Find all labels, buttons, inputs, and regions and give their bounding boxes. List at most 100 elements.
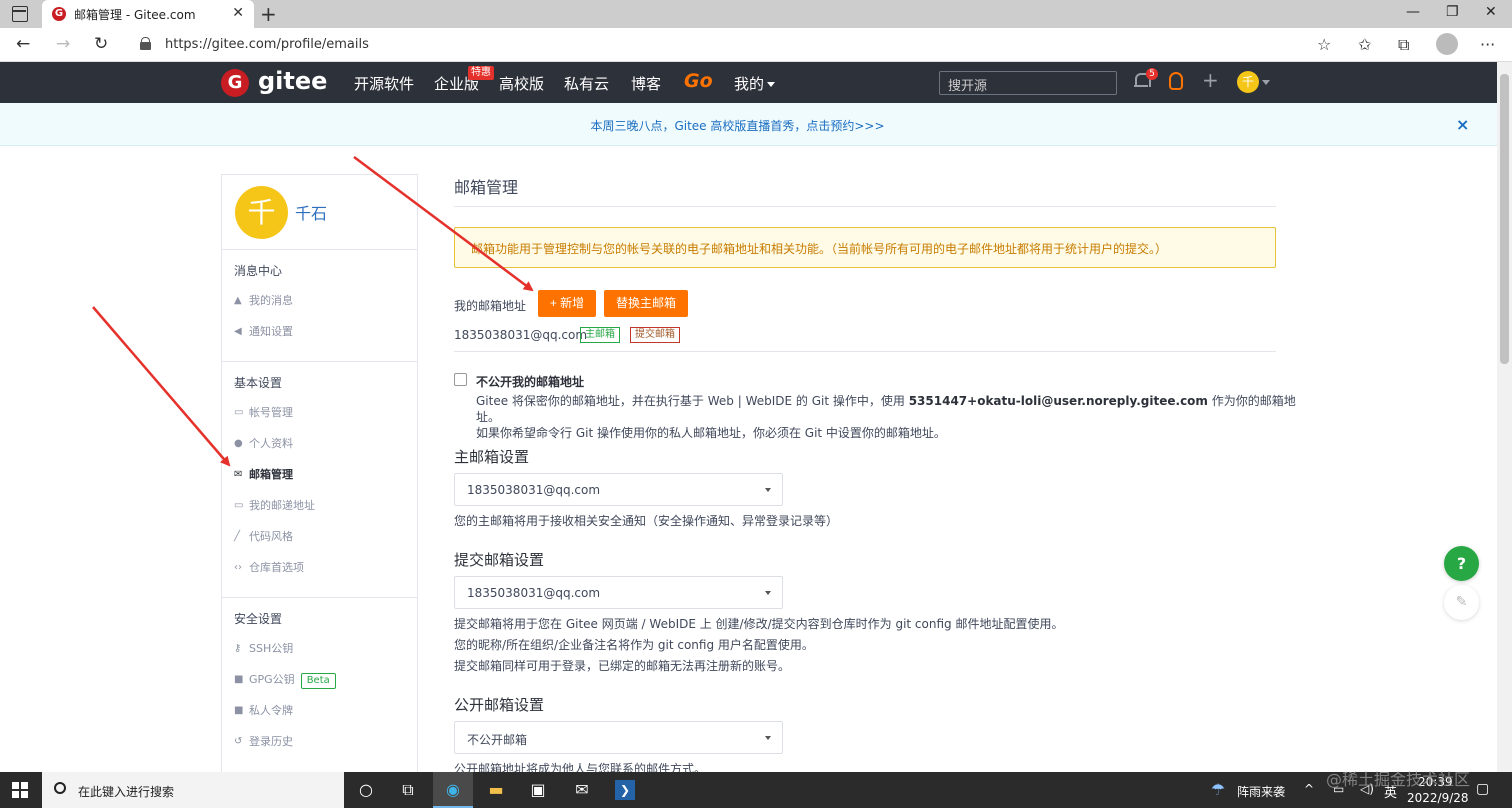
- sidebar-item-repo-preferences[interactable]: ‹› 仓库首选项: [222, 558, 417, 589]
- nav-go[interactable]: Go: [684, 70, 713, 92]
- weather-icon[interactable]: ☂: [1208, 780, 1228, 800]
- restore-icon[interactable]: ❐: [1446, 4, 1459, 20]
- notification-count-badge: 5: [1146, 68, 1158, 80]
- lightbulb-icon[interactable]: [1169, 72, 1183, 90]
- search-icon: [54, 782, 66, 794]
- collections-icon[interactable]: ⧉: [1398, 35, 1409, 55]
- favorite-add-icon[interactable]: ☆: [1317, 35, 1331, 54]
- create-plus-icon[interactable]: +: [1202, 68, 1219, 92]
- sidebar-group-messages: 消息中心 ▲ 我的消息 ◀ 通知设置: [222, 250, 417, 362]
- windows-start-icon[interactable]: [12, 782, 28, 798]
- help-button[interactable]: ?: [1444, 546, 1479, 581]
- sidebar-item-label: 通知设置: [249, 325, 293, 338]
- mail-icon[interactable]: ✉: [572, 780, 592, 800]
- nav-open-source[interactable]: 开源软件: [354, 73, 414, 94]
- new-tab-icon[interactable]: +: [260, 2, 277, 26]
- announcement-banner: 本周三晚八点，Gitee 高校版直播首秀，点击预约>>> ×: [0, 103, 1497, 146]
- my-emails-label: 我的邮箱地址: [454, 299, 527, 313]
- tab-actions-icon[interactable]: [12, 6, 28, 22]
- main-content: 邮箱管理 邮箱功能用于管理控制与您的帐号关联的电子邮箱地址和相关功能。（当前帐号…: [454, 170, 1296, 776]
- cortana-icon[interactable]: ○: [356, 780, 376, 800]
- url-field[interactable]: https://gitee.com/profile/emails: [165, 37, 369, 52]
- page-title: 邮箱管理: [454, 174, 1276, 207]
- back-icon[interactable]: ←: [16, 34, 30, 54]
- favorites-icon[interactable]: ✩: [1358, 35, 1371, 54]
- refresh-icon[interactable]: ↻: [94, 34, 108, 54]
- replace-primary-button[interactable]: 替换主邮箱: [604, 290, 688, 317]
- sidebar-item-label: SSH公钥: [249, 642, 294, 655]
- powershell-icon[interactable]: ❯: [615, 780, 635, 800]
- lock-icon: ■: [234, 674, 244, 685]
- banner-link[interactable]: 本周三晚八点，Gitee 高校版直播首秀，点击预约>>>: [0, 117, 1475, 134]
- nav-private-cloud[interactable]: 私有云: [564, 73, 609, 94]
- header-avatar[interactable]: 千: [1237, 71, 1259, 93]
- sidebar-item-account[interactable]: ▭ 帐号管理: [222, 403, 417, 434]
- hide-email-label[interactable]: 不公开我的邮箱地址: [476, 373, 584, 390]
- banner-close-icon[interactable]: ×: [1456, 115, 1469, 134]
- primary-email-title: 主邮箱设置: [454, 448, 530, 466]
- clock-date[interactable]: 2022/9/28: [1407, 791, 1469, 805]
- primary-email-select[interactable]: 1835038031@qq.com: [454, 473, 783, 506]
- notification-center-icon[interactable]: ▢: [1476, 781, 1489, 797]
- sidebar-item-code-style[interactable]: ╱ 代码风格: [222, 527, 417, 558]
- more-icon[interactable]: ···: [1480, 35, 1495, 54]
- sidebar-item-ssh-keys[interactable]: ⚷ SSH公钥: [222, 639, 417, 670]
- search-input[interactable]: 搜开源: [939, 71, 1117, 95]
- sidebar-item-address[interactable]: ▭ 我的邮递地址: [222, 496, 417, 527]
- scrollbar-thumb[interactable]: [1500, 74, 1509, 364]
- browser-profile-avatar[interactable]: [1436, 33, 1458, 55]
- tab-close-icon[interactable]: ✕: [232, 5, 244, 21]
- lock-icon[interactable]: [140, 37, 151, 50]
- feedback-edit-icon[interactable]: ✎: [1444, 585, 1479, 620]
- hide-email-checkbox[interactable]: [454, 373, 467, 386]
- sidebar-item-tokens[interactable]: ■ 私人令牌: [222, 701, 417, 732]
- avatar-chevron-down-icon[interactable]: [1262, 80, 1270, 85]
- sidebar-group-security: 安全设置 ⚷ SSH公钥 ■ GPG公钥 Beta ■ 私人令牌 ↺ 登录历史: [222, 598, 417, 771]
- minimize-icon[interactable]: —: [1406, 4, 1420, 20]
- sidebar-item-login-history[interactable]: ↺ 登录历史: [222, 732, 417, 763]
- username-link[interactable]: 千石: [295, 200, 327, 224]
- sidebar-item-gpg-keys[interactable]: ■ GPG公钥 Beta: [222, 670, 417, 701]
- caret-down-icon: [765, 488, 771, 492]
- commit-email-select[interactable]: 1835038031@qq.com: [454, 576, 783, 609]
- tray-chevron-up-icon[interactable]: ^: [1304, 782, 1314, 796]
- file-explorer-icon[interactable]: ▬: [486, 780, 506, 800]
- taskbar-search[interactable]: 在此键入进行搜索: [42, 772, 344, 808]
- sidebar-item-profile[interactable]: ● 个人资料: [222, 434, 417, 465]
- sidebar-item-label: 邮箱管理: [249, 468, 293, 481]
- public-email-title: 公开邮箱设置: [454, 696, 545, 714]
- avatar[interactable]: 千: [235, 186, 288, 239]
- forward-icon[interactable]: →: [56, 34, 70, 54]
- store-icon[interactable]: ▣: [528, 780, 548, 800]
- key-icon: ⚷: [234, 643, 242, 654]
- sidebar-item-label: GPG公钥: [249, 673, 295, 686]
- sidebar-item-emails[interactable]: ✉ 邮箱管理: [222, 465, 417, 496]
- public-email-select[interactable]: 不公开邮箱: [454, 721, 783, 754]
- code-icon: ‹›: [234, 562, 242, 573]
- hot-badge: 特惠: [468, 66, 494, 80]
- email-address: 1835038031@qq.com: [454, 328, 588, 342]
- browser-tab[interactable]: G 邮箱管理 - Gitee.com ✕: [42, 0, 254, 28]
- nav-education[interactable]: 高校版: [499, 73, 544, 94]
- task-view-icon[interactable]: ⧉: [398, 780, 418, 800]
- sidebar-item-notification-settings[interactable]: ◀ 通知设置: [222, 322, 417, 353]
- gitee-logo-icon[interactable]: G: [221, 69, 249, 97]
- add-email-button[interactable]: + 新增: [538, 290, 596, 317]
- sidebar-item-label: 登录历史: [249, 735, 293, 748]
- sidebar-item-my-messages[interactable]: ▲ 我的消息: [222, 291, 417, 322]
- hide-desc-text: 如果你希望命令行 Git 操作使用你的私人邮箱地址，你必须在 Git 中设置你的…: [476, 426, 946, 440]
- sidebar-group-title: 基本设置: [234, 376, 283, 390]
- nav-mine[interactable]: 我的: [734, 73, 776, 94]
- sidebar-item-label: 私人令牌: [249, 704, 293, 717]
- window-close-icon[interactable]: ✕: [1485, 4, 1497, 20]
- speaker-icon: ◀: [234, 326, 242, 337]
- sidebar-item-label: 我的邮递地址: [249, 499, 315, 512]
- sidebar-item-label: 个人资料: [249, 437, 293, 450]
- nav-blog[interactable]: 博客: [631, 73, 661, 94]
- edge-icon[interactable]: ◉: [443, 780, 463, 800]
- gitee-logo-text[interactable]: gitee: [258, 67, 327, 95]
- divider: [454, 351, 1276, 352]
- sidebar-item-label: 代码风格: [249, 530, 293, 543]
- weather-text[interactable]: 阵雨来袭: [1237, 783, 1285, 800]
- page-scrollbar[interactable]: [1497, 62, 1512, 772]
